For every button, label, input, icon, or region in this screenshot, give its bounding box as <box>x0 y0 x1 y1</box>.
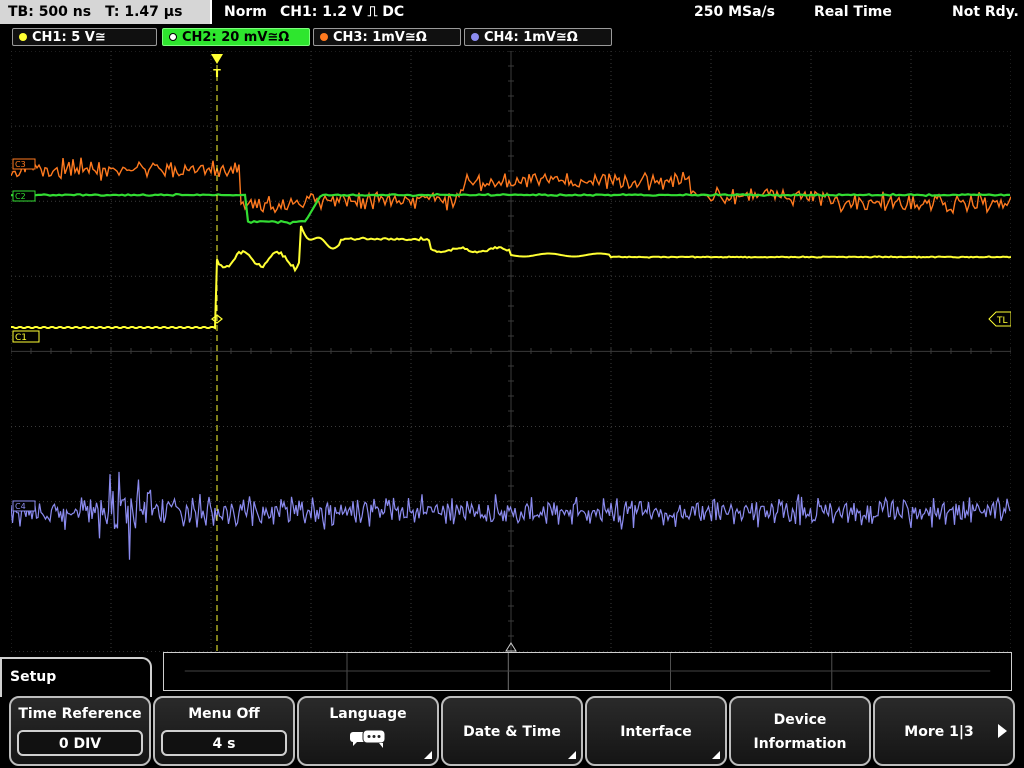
time-reference-label: Time Reference <box>18 706 142 722</box>
device-info-label-line2: Information <box>753 736 847 752</box>
ch4-label: CH4: 1mV≅Ω <box>484 30 578 45</box>
menu-off-softkey[interactable]: Menu Off 4 s <box>153 696 295 766</box>
more-softkey[interactable]: More 1|3 <box>873 696 1015 766</box>
ch3-color-dot <box>320 33 328 41</box>
trigger-level-marker[interactable]: TL <box>988 311 1011 327</box>
sample-rate[interactable]: 250 MSa/s <box>694 0 775 24</box>
setup-menu-title: Setup <box>10 669 57 685</box>
channel-tab-ch3[interactable]: CH3: 1mV≅Ω <box>313 28 461 46</box>
time-reference-softkey[interactable]: Time Reference 0 DIV <box>9 696 151 766</box>
time-reference-value[interactable]: 0 DIV <box>17 730 143 756</box>
ch1-offset-label: C1 <box>15 333 27 343</box>
speech-bubbles-icon <box>350 729 386 748</box>
interface-label: Interface <box>620 724 692 740</box>
status-bar: Norm CH1: 1.2 V ⎍ DC 250 MSa/s Real Time… <box>214 0 1024 24</box>
submenu-corner-icon <box>424 751 432 759</box>
ch2-color-dot <box>169 33 177 41</box>
channel-tab-ch4[interactable]: CH4: 1mV≅Ω <box>464 28 612 46</box>
ch3-offset-label: C3 <box>15 160 26 169</box>
trigger-position-label: T <box>213 67 221 80</box>
device-info-label-line1: Device <box>773 712 827 728</box>
ch2-offset-label: C2 <box>15 192 26 201</box>
ch1-offset-marker[interactable]: C1 <box>12 330 40 343</box>
ready-status: Not Rdy. <box>952 4 1019 20</box>
trigger-info[interactable]: CH1: 1.2 V ⎍ DC <box>280 0 404 24</box>
date-time-label: Date & Time <box>463 724 561 740</box>
trigger-mode[interactable]: Norm <box>224 0 267 24</box>
ch2-offset-marker[interactable]: C2 <box>12 190 36 202</box>
waveform-display[interactable]: T C1 C2 C3 C4 TL <box>11 51 1011 652</box>
overview-strip[interactable] <box>163 652 1012 691</box>
timebase-panel[interactable]: TB: 500 ns T: 1.47 µs <box>0 0 212 24</box>
ch4-offset-label: C4 <box>15 502 26 511</box>
submenu-corner-icon <box>568 751 576 759</box>
trigger-level-label: TL <box>996 316 1008 326</box>
menu-off-value[interactable]: 4 s <box>161 730 287 756</box>
ch3-label: CH3: 1mV≅Ω <box>333 30 427 45</box>
arrow-right-icon <box>998 724 1007 738</box>
more-label: More 1|3 <box>904 724 974 740</box>
ch1-label: CH1: 5 V≅ <box>32 30 106 45</box>
language-softkey[interactable]: Language <box>297 696 439 766</box>
trigger-position-marker[interactable]: T <box>211 54 223 80</box>
device-information-softkey[interactable]: Device Information <box>729 696 871 766</box>
language-label: Language <box>329 706 407 722</box>
ch4-offset-marker[interactable]: C4 <box>12 500 36 512</box>
ch3-offset-marker[interactable]: C3 <box>12 158 36 170</box>
timebase-readout: TB: 500 ns <box>8 4 92 20</box>
channel-tab-ch1[interactable]: CH1: 5 V≅ <box>12 28 157 46</box>
ch4-color-dot <box>471 33 479 41</box>
trigger-time-readout: T: 1.47 µs <box>105 4 183 20</box>
date-time-softkey[interactable]: Date & Time <box>441 696 583 766</box>
acquisition-mode[interactable]: Real Time <box>814 0 892 24</box>
channel-tab-ch2[interactable]: CH2: 20 mV≅Ω <box>162 28 310 46</box>
setup-menu-tab[interactable]: Setup <box>0 657 152 697</box>
menu-off-label: Menu Off <box>188 706 260 722</box>
ch2-label: CH2: 20 mV≅Ω <box>182 30 290 45</box>
ch1-color-dot <box>19 33 27 41</box>
submenu-corner-icon <box>712 751 720 759</box>
graticule <box>11 51 1011 652</box>
interface-softkey[interactable]: Interface <box>585 696 727 766</box>
